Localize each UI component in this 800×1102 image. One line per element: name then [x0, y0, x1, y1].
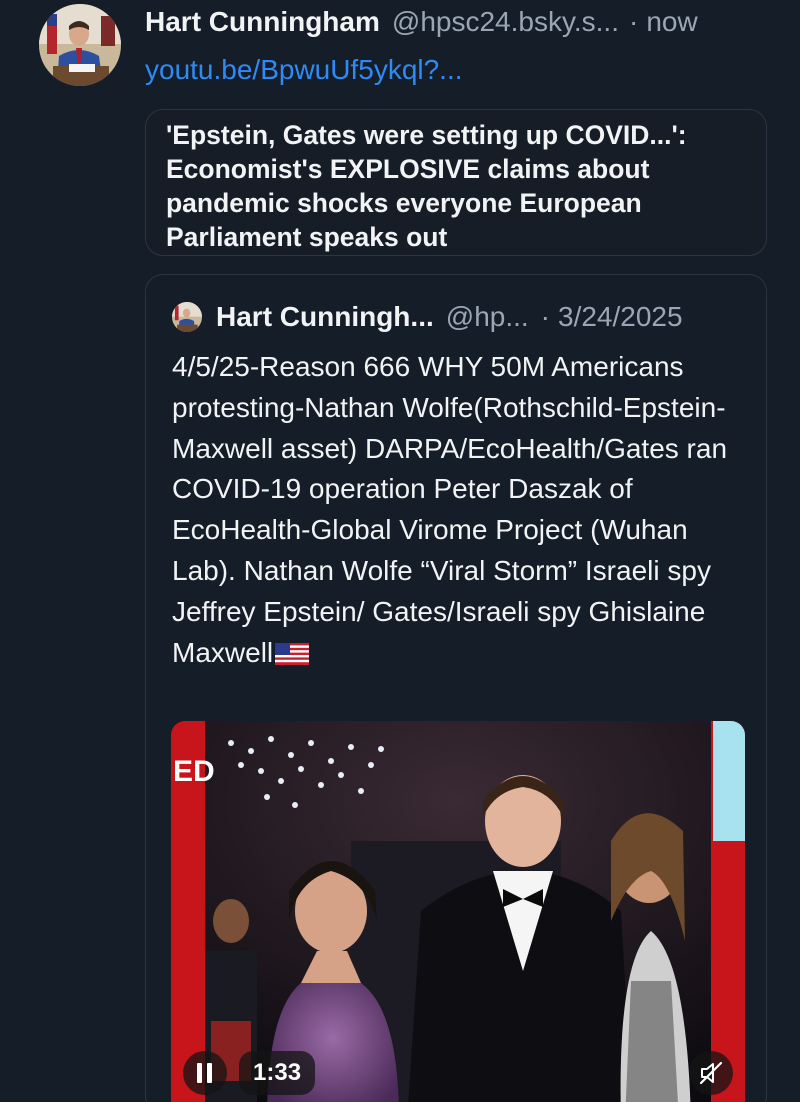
- quoted-post-date[interactable]: 3/24/2025: [558, 299, 683, 335]
- link-card-title: 'Epstein, Gates were setting up COVID...…: [166, 120, 687, 252]
- post-header: Hart Cunningham @hpsc24.bsky.s... · now: [145, 4, 780, 40]
- mute-toggle-button[interactable]: [689, 1051, 733, 1095]
- author-handle[interactable]: @hpsc24.bsky.s...: [392, 4, 619, 40]
- author-avatar[interactable]: [39, 4, 121, 86]
- quoted-post-text: 4/5/25-Reason 666 WHY 50M Americans prot…: [172, 347, 732, 676]
- link-preview-card[interactable]: 'Epstein, Gates were setting up COVID...…: [145, 109, 767, 256]
- avatar-photo-icon: [172, 302, 202, 332]
- quoted-post-header: Hart Cunningh... @hp... · 3/24/2025: [172, 299, 746, 335]
- video-thumbnail: ED: [171, 721, 745, 1102]
- quoted-author-avatar[interactable]: [172, 302, 202, 332]
- author-display-name[interactable]: Hart Cunningham: [145, 4, 380, 40]
- video-player[interactable]: ED 1:33: [171, 721, 745, 1102]
- post[interactable]: Hart Cunningham @hpsc24.bsky.s... · now …: [0, 0, 800, 1102]
- avatar-photo-icon: [39, 4, 121, 86]
- quoted-header-separator: ·: [540, 301, 550, 332]
- pause-button[interactable]: [183, 1051, 227, 1095]
- quoted-post[interactable]: Hart Cunningh... @hp... · 3/24/2025 4/5/…: [145, 274, 767, 1102]
- header-separator: ·: [629, 6, 639, 37]
- pause-icon: [197, 1063, 212, 1083]
- quoted-post-body: 4/5/25-Reason 666 WHY 50M Americans prot…: [172, 351, 728, 668]
- video-duration: 1:33: [239, 1051, 316, 1095]
- quoted-author-handle[interactable]: @hp...: [446, 299, 529, 335]
- muted-speaker-icon: [699, 1061, 723, 1085]
- post-timestamp[interactable]: now: [646, 4, 697, 40]
- svg-text:ED: ED: [173, 755, 215, 788]
- quoted-author-display-name[interactable]: Hart Cunningh...: [216, 299, 434, 335]
- post-link[interactable]: youtu.be/BpwuUf5ykql?...: [145, 52, 463, 88]
- us-flag-icon: [275, 636, 310, 677]
